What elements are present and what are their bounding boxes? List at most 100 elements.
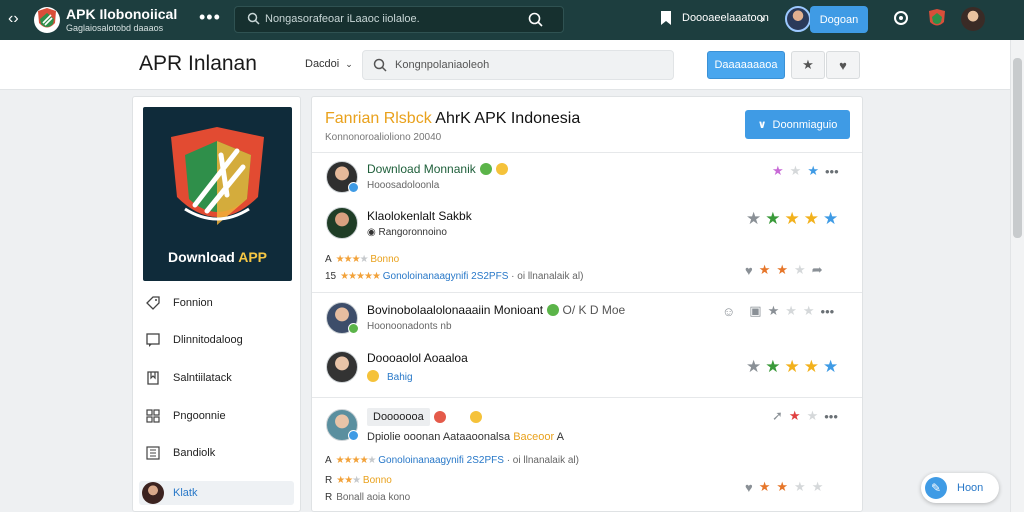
sidebar-item-label: Salntiilatack — [173, 372, 232, 384]
stat-number: 15 — [325, 271, 337, 282]
stat-text: Gonoloinanaagynifi 2S2PFS — [382, 271, 509, 282]
user-avatar[interactable] — [961, 7, 985, 31]
help-button[interactable]: ✎ Hoon — [921, 473, 999, 503]
search-input[interactable]: Kongnpolaniaoleoh — [362, 50, 674, 80]
download-now-button[interactable]: ∨ Doonmiaguio — [745, 110, 850, 139]
sidebar-item-4[interactable]: Pngoonnie — [146, 404, 226, 428]
scrollbar[interactable] — [1010, 40, 1024, 512]
shield-logo-icon — [171, 127, 264, 225]
star-icon: ★ — [788, 408, 801, 423]
more-icon[interactable]: ••• — [824, 409, 838, 424]
divider — [312, 397, 862, 398]
sidebar-item-label: Fonnion — [173, 297, 213, 309]
emoji-icon — [479, 163, 492, 175]
nav-label: Doooaeelaaatoon — [682, 12, 769, 24]
favorite-button[interactable]: ★ — [791, 51, 825, 79]
back-icon[interactable]: ‹› — [8, 10, 26, 28]
brand-title[interactable]: APK Ilobonoiical — [66, 6, 177, 22]
star-icon: ★ — [806, 408, 819, 423]
more-icon[interactable]: ••• — [199, 8, 221, 26]
list-item-stats: A ★★★★★ Gonoloinanaagynifi 2S2PFS · oi ll… — [325, 455, 579, 466]
top-search-input[interactable]: Nongasorafeoar iLaaoc iiolaloe. — [234, 6, 564, 33]
list-item-title[interactable]: Doooaolol Aoaaloa — [367, 351, 468, 365]
emoji-icon[interactable]: ☺ — [722, 304, 735, 319]
sort-dropdown[interactable]: Dacdoi ⌄ — [305, 58, 353, 70]
rating-stars[interactable]: ★ ★ ★ ★ ★ — [742, 209, 838, 229]
app-logo-icon[interactable] — [33, 5, 61, 35]
emoji-icon — [434, 411, 446, 423]
divider — [312, 152, 862, 153]
emoji-icon — [547, 304, 560, 316]
list-item-title[interactable]: Dooooooa — [367, 408, 430, 426]
stat-meta: · oi llnanalaik al) — [506, 455, 579, 466]
rating-actions[interactable]: ➚ ★ ★ ••• — [772, 408, 838, 424]
star-rating: ★★★★ — [335, 254, 369, 265]
promo-label-main: Download — [167, 249, 239, 265]
rating-prefix: R — [325, 475, 333, 486]
avatar[interactable] — [326, 351, 358, 383]
star-icon: ★ — [794, 479, 806, 494]
nav-link[interactable]: Doooaeelaaatoon — [660, 11, 769, 25]
search-submit-icon[interactable] — [528, 12, 543, 27]
promo-banner[interactable]: Download APP — [143, 107, 292, 281]
chevron-down-icon: ∨ — [757, 119, 767, 131]
star-icon: ★ — [803, 357, 819, 376]
tag-text: Bahig — [387, 372, 413, 383]
sidebar-item-6[interactable]: Klatk — [139, 481, 294, 505]
star-icon: ★ — [765, 209, 781, 228]
bookmark-icon — [661, 11, 671, 25]
list-item-tag: Bahig — [367, 370, 413, 383]
verified-icon — [348, 430, 359, 441]
row-name: Download Monnanik — [367, 162, 476, 176]
avatar[interactable] — [785, 6, 811, 32]
rating-actions[interactable]: ☺ ▣ ★ ★ ★ ••• — [722, 303, 834, 319]
rating-actions[interactable]: ★ ★ ★ ••• — [772, 163, 839, 179]
row-actions[interactable]: ♥ ★ ★ ★ ➦ — [745, 262, 823, 278]
list-item-meta: R Bonall aoia kono — [325, 492, 410, 503]
list-item-title[interactable]: Klaolokenlalt Sakbk — [367, 209, 472, 223]
more-icon[interactable]: ••• — [821, 304, 835, 319]
sidebar-item-5[interactable]: Bandiolk — [146, 441, 215, 465]
dropdown-button[interactable]: ♥ — [826, 51, 860, 79]
avatar[interactable] — [326, 207, 358, 239]
download-now-label: Doonmiaguio — [772, 118, 838, 131]
copy-icon[interactable]: ▣ — [749, 303, 761, 319]
shield-badge-icon[interactable] — [927, 8, 947, 30]
star-icon: ★ — [776, 262, 789, 277]
emoji-icons — [430, 408, 482, 426]
topbar-gutter — [1012, 0, 1024, 40]
heart-icon[interactable]: ♥ — [745, 480, 753, 495]
share-icon[interactable]: ➦ — [812, 262, 823, 278]
list-item-tag: Dpiolie ooonan Aataaoonalsa Baceoor A — [367, 431, 564, 443]
sidebar-item-label: Klatk — [173, 487, 198, 499]
sidebar-item-3[interactable]: Salntiilatack — [146, 366, 232, 390]
divider — [312, 292, 862, 293]
star-icon: ★ — [772, 163, 784, 178]
download-button[interactable]: Daaaaaaaoa — [707, 51, 785, 79]
verified-icon — [348, 182, 359, 193]
row-extra: O/ K D Moe — [562, 303, 626, 317]
heart-icon[interactable]: ♥ — [745, 263, 753, 278]
sidebar-item-2[interactable]: Dlinnitodaloog — [146, 328, 243, 352]
list-item-title[interactable]: Bovinobolaalolonaaaiin Monioant O/ K D M… — [367, 303, 625, 317]
more-icon[interactable]: ••• — [825, 164, 839, 179]
sidebar-item-1[interactable]: Fonnion — [146, 291, 213, 315]
share-icon[interactable]: ➚ — [772, 408, 783, 424]
settings-icon[interactable] — [893, 10, 909, 26]
chevron-right-icon[interactable]: › — [760, 10, 765, 26]
list-item-title[interactable]: Download Monnanik — [367, 162, 508, 176]
scrollbar-thumb[interactable] — [1013, 58, 1022, 238]
main-title-rest: AhrK APK Indonesia — [431, 110, 581, 127]
row-actions[interactable]: ♥ ★ ★ ★ ★ — [745, 479, 823, 495]
login-button[interactable]: Dogoan — [810, 6, 868, 33]
tag-text: Dpiolie ooonan Aataaoonalsa — [367, 431, 511, 443]
star-icon: ★ — [767, 303, 780, 318]
star-icon: ★ — [823, 357, 839, 376]
lock-icon: ◉ — [367, 227, 376, 238]
sub-header: APR Inlanan Dacdoi ⌄ Kongnpolaniaoleoh Da… — [0, 40, 1010, 90]
star-icon: ★ — [746, 209, 762, 228]
star-icon: ★ — [823, 209, 839, 228]
list-item-tag: ◉ Rangoronnoino — [367, 227, 447, 238]
rating-stars[interactable]: ★ ★ ★ ★ ★ — [742, 357, 838, 377]
sidebar: Download APP Fonnion Dlinnitodaloog Saln… — [132, 96, 301, 512]
